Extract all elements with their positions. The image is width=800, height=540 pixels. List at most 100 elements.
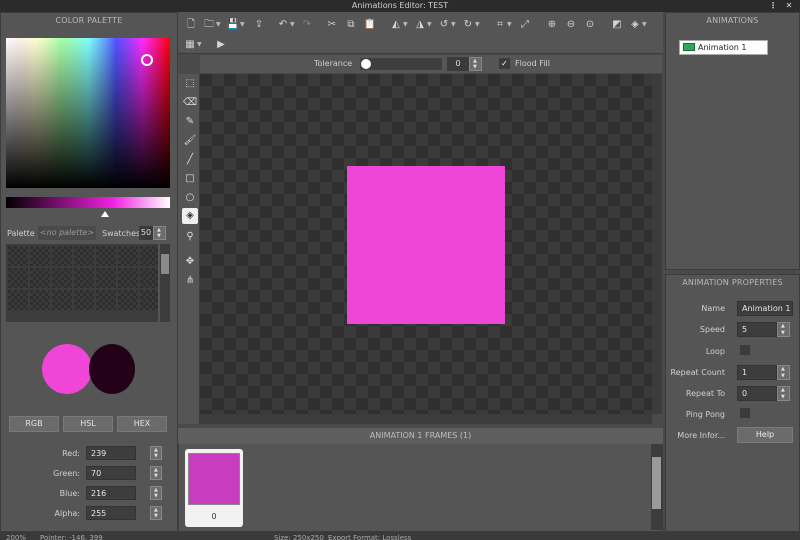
swatch-cell[interactable] xyxy=(74,246,94,266)
blue-input[interactable]: 216 xyxy=(86,486,136,500)
undo-icon[interactable]: ↶ xyxy=(276,18,290,32)
green-stepper[interactable] xyxy=(150,466,162,480)
open-folder-icon[interactable]: 🗀 xyxy=(202,18,216,32)
flood-fill-checkbox[interactable]: ✓ xyxy=(499,58,510,69)
palette-select[interactable]: <no palette> xyxy=(38,226,96,240)
chevron-down-icon[interactable]: ▼ xyxy=(642,18,648,32)
frames-scrollbar-thumb[interactable] xyxy=(652,457,661,509)
hex-mode-button[interactable]: HEX xyxy=(117,416,167,432)
close-icon[interactable]: ✕ xyxy=(784,0,794,12)
more-menu-icon[interactable]: ⋮ xyxy=(768,0,778,12)
marquee-icon[interactable]: ⬚ xyxy=(182,76,198,92)
rgb-mode-button[interactable]: RGB xyxy=(9,416,59,432)
color-picker-cursor[interactable] xyxy=(141,54,153,66)
swatch-cell[interactable] xyxy=(74,268,94,288)
primary-color-swatch[interactable] xyxy=(42,344,92,394)
swatch-cell[interactable] xyxy=(118,268,138,288)
redo-icon[interactable]: ↷ xyxy=(300,18,314,32)
swatch-cell[interactable] xyxy=(52,268,72,288)
zoom-reset-icon[interactable]: ⊙ xyxy=(583,18,597,32)
swatches-stepper[interactable] xyxy=(153,226,166,240)
swatch-cell[interactable] xyxy=(140,268,158,288)
swatch-cell[interactable] xyxy=(30,246,50,266)
swatch-cell[interactable] xyxy=(30,268,50,288)
alpha-stepper[interactable] xyxy=(150,506,162,520)
swatch-cell[interactable] xyxy=(8,246,28,266)
chevron-down-icon[interactable]: ▼ xyxy=(507,18,513,32)
hue-slider[interactable] xyxy=(6,197,170,208)
green-input[interactable]: 70 xyxy=(86,466,136,480)
swatch-cell[interactable] xyxy=(52,246,72,266)
crop-icon[interactable]: ⌗ xyxy=(493,18,507,32)
hue-slider-marker[interactable] xyxy=(101,211,109,217)
tolerance-slider[interactable] xyxy=(360,58,442,70)
move-anchor-icon[interactable]: ✥ xyxy=(182,254,198,270)
name-input[interactable]: Animation 1 xyxy=(737,301,793,316)
canvas-vertical-scrollbar[interactable] xyxy=(652,74,662,414)
export-icon[interactable]: ⇪ xyxy=(252,18,266,32)
red-input[interactable]: 239 xyxy=(86,446,136,460)
repeat-to-stepper[interactable] xyxy=(777,386,790,401)
swatch-cell[interactable] xyxy=(118,246,138,266)
ping-pong-checkbox[interactable] xyxy=(740,408,750,418)
layers-icon[interactable]: ◈ xyxy=(628,18,642,32)
chevron-down-icon[interactable]: ▼ xyxy=(216,18,222,32)
chevron-down-icon[interactable]: ▼ xyxy=(197,38,203,52)
canvas-horizontal-scrollbar[interactable] xyxy=(200,414,652,424)
swatch-cell[interactable] xyxy=(74,290,94,310)
chevron-down-icon[interactable]: ▼ xyxy=(427,18,433,32)
repeat-count-input[interactable]: 1 xyxy=(737,365,777,380)
copy-icon[interactable]: ⧉ xyxy=(344,18,358,32)
swatch-cell[interactable] xyxy=(140,246,158,266)
play-icon[interactable]: ▶ xyxy=(214,38,228,52)
rotate-cw-icon[interactable]: ↻ xyxy=(461,18,475,32)
grid-icon[interactable]: ▦ xyxy=(183,38,197,52)
ellipse-icon[interactable]: ○ xyxy=(182,190,198,206)
rotate-ccw-icon[interactable]: ↺ xyxy=(437,18,451,32)
brush-icon[interactable]: 🖌 xyxy=(182,133,198,149)
zoom-in-icon[interactable]: ⊕ xyxy=(545,18,559,32)
eyedropper-icon[interactable]: ⚲ xyxy=(182,229,198,245)
line-icon[interactable]: ╱ xyxy=(182,152,198,168)
tolerance-input[interactable]: 0 xyxy=(447,57,469,71)
background-icon[interactable]: ◩ xyxy=(610,18,624,32)
fill-bucket-icon[interactable]: ◈ xyxy=(182,208,198,224)
swatch-cell[interactable] xyxy=(8,268,28,288)
hsl-mode-button[interactable]: HSL xyxy=(63,416,113,432)
swatch-cell[interactable] xyxy=(30,290,50,310)
save-icon[interactable]: 💾 xyxy=(226,18,240,32)
red-stepper[interactable] xyxy=(150,446,162,460)
swatch-cell[interactable] xyxy=(96,246,116,266)
rectangle-icon[interactable]: □ xyxy=(182,171,198,187)
sprite-canvas[interactable] xyxy=(347,166,505,324)
swatch-cell[interactable] xyxy=(96,268,116,288)
swatch-cell[interactable] xyxy=(96,290,116,310)
paste-icon[interactable]: 📋 xyxy=(363,18,377,32)
eraser-icon[interactable]: ⌫ xyxy=(182,95,198,111)
frame-thumbnail[interactable] xyxy=(188,453,240,505)
swatch-cell[interactable] xyxy=(8,290,28,310)
zoom-out-icon[interactable]: ⊖ xyxy=(564,18,578,32)
speed-stepper[interactable] xyxy=(777,322,790,337)
flip-vertical-icon[interactable]: ◮ xyxy=(413,18,427,32)
swatch-cell[interactable] xyxy=(140,290,158,310)
swatch-scrollbar-thumb[interactable] xyxy=(161,254,169,274)
bone-icon[interactable]: ⋔ xyxy=(182,273,198,289)
blue-stepper[interactable] xyxy=(150,486,162,500)
flip-horizontal-icon[interactable]: ◭ xyxy=(389,18,403,32)
new-file-icon[interactable]: 🗋 xyxy=(184,18,198,32)
speed-input[interactable]: 5 xyxy=(737,322,777,337)
chevron-down-icon[interactable]: ▼ xyxy=(451,18,457,32)
tolerance-stepper[interactable] xyxy=(469,57,482,71)
chevron-down-icon[interactable]: ▼ xyxy=(240,18,246,32)
resize-icon[interactable]: ⤢ xyxy=(518,18,532,32)
chevron-down-icon[interactable]: ▼ xyxy=(475,18,481,32)
chevron-down-icon[interactable]: ▼ xyxy=(290,18,296,32)
tolerance-slider-knob[interactable] xyxy=(361,59,371,69)
repeat-to-input[interactable]: 0 xyxy=(737,386,777,401)
cut-icon[interactable]: ✂ xyxy=(325,18,339,32)
swatches-count-input[interactable]: 50 xyxy=(139,226,153,240)
alpha-input[interactable]: 255 xyxy=(86,506,136,520)
swatch-cell[interactable] xyxy=(118,290,138,310)
help-button[interactable]: Help xyxy=(737,427,793,443)
